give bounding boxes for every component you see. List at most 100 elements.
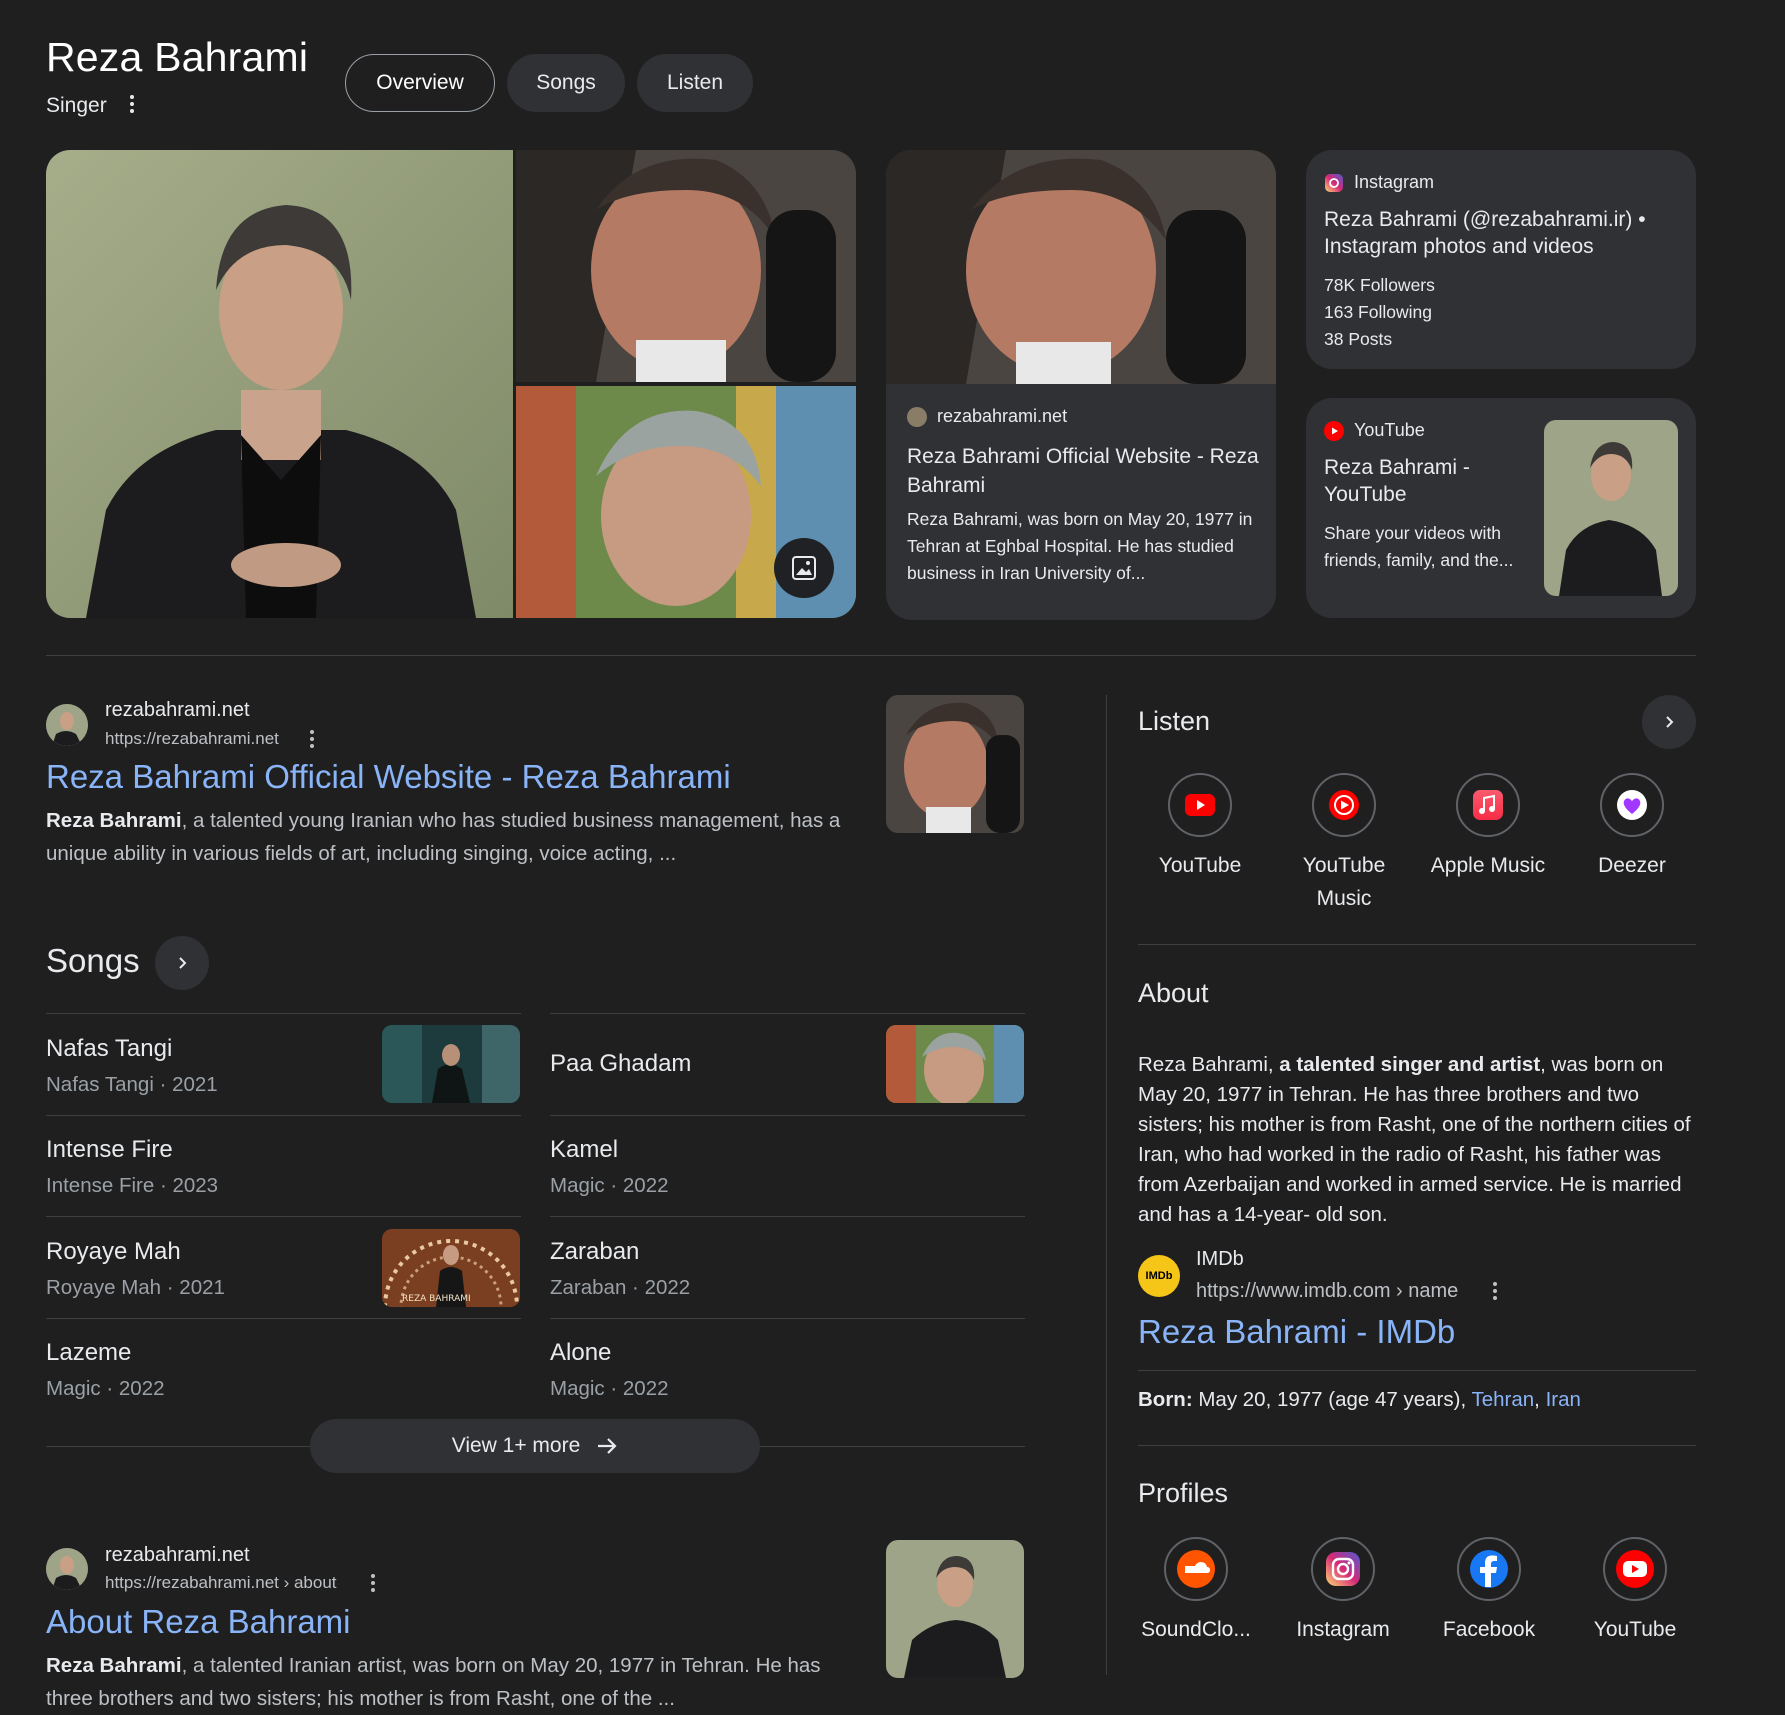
chevron-right-icon (179, 957, 187, 969)
app-label: YouTube Music (1302, 854, 1386, 910)
born-city-link[interactable]: Tehran (1471, 1388, 1534, 1411)
song-row-divider (550, 1318, 1025, 1319)
song-title[interactable]: Kamel (550, 1136, 618, 1164)
listen-apple-music[interactable]: Apple Music (1418, 773, 1558, 882)
card-title: Reza Bahrami - YouTube (1324, 456, 1470, 506)
profile-soundcloud[interactable]: SoundClo... (1126, 1537, 1266, 1646)
song-meta: Zaraban · 2022 (550, 1276, 691, 1299)
listen-more-button[interactable] (1642, 695, 1696, 749)
song-thumbnail[interactable] (886, 1025, 1024, 1103)
view-more-songs-button[interactable]: View 1+ more (310, 1419, 760, 1473)
song-row-divider (550, 1216, 1025, 1217)
section-divider (46, 655, 1696, 656)
app-label: Apple Music (1430, 854, 1546, 877)
profile-instagram[interactable]: Instagram (1273, 1537, 1413, 1646)
artist-photo-studio[interactable] (516, 150, 856, 382)
song-title[interactable]: Intense Fire (46, 1136, 173, 1164)
app-label: YouTube (1158, 854, 1242, 877)
listen-section-title: Listen (1138, 706, 1211, 736)
deezer-icon (1617, 790, 1647, 820)
section-divider (1138, 944, 1696, 945)
result-title-link[interactable]: About Reza Bahrami (46, 1603, 351, 1641)
song-meta: Royaye Mah · 2021 (46, 1276, 225, 1299)
instagram-card[interactable]: Instagram Reza Bahrami (@rezabahrami.ir)… (1306, 150, 1696, 369)
following-count: 163 Following (1324, 302, 1432, 322)
born-country-link[interactable]: Iran (1546, 1388, 1581, 1411)
card-snippet: Share your videos with friends, family, … (1324, 523, 1514, 570)
instagram-icon (1325, 173, 1343, 192)
listen-youtube-music[interactable]: YouTube Music (1274, 773, 1414, 915)
song-row-divider (46, 1216, 521, 1217)
result-title-link[interactable]: Reza Bahrami Official Website - Reza Bah… (46, 758, 731, 796)
song-row-divider (46, 1318, 521, 1319)
app-label: YouTube (1593, 1618, 1677, 1641)
result-thumbnail[interactable] (886, 1540, 1024, 1678)
song-title[interactable]: Nafas Tangi (46, 1035, 172, 1063)
app-label: Deezer (1598, 854, 1666, 877)
song-title[interactable]: Zaraban (550, 1238, 639, 1266)
tab-songs[interactable]: Songs (507, 54, 625, 112)
result-snippet: Reza Bahrami, a talented Iranian artist,… (46, 1654, 821, 1710)
song-row-divider (46, 1115, 521, 1116)
card-source: rezabahrami.net (937, 406, 1068, 426)
youtube-icon (1616, 1550, 1654, 1588)
arrow-right-icon (598, 1438, 617, 1454)
site-name: rezabahrami.net (105, 1544, 250, 1566)
song-meta: Magic · 2022 (46, 1377, 165, 1400)
result-options-icon[interactable] (368, 1571, 378, 1595)
result-options-icon[interactable] (1490, 1279, 1500, 1303)
youtube-music-icon (1329, 790, 1359, 820)
imdb-logo: IMDb (1138, 1255, 1180, 1297)
card-snippet: Reza Bahrami, was born on May 20, 1977 i… (907, 509, 1253, 583)
image-gallery-button[interactable] (774, 538, 834, 598)
app-label: SoundClo... (1141, 1618, 1251, 1641)
song-meta: Nafas Tangi · 2021 (46, 1073, 218, 1096)
song-row-divider (550, 1013, 1025, 1014)
tab-listen[interactable]: Listen (637, 54, 753, 112)
listen-youtube[interactable]: YouTube (1130, 773, 1270, 882)
facebook-icon (1470, 1550, 1508, 1588)
youtube-card[interactable]: YouTube Reza Bahrami - YouTube Share you… (1306, 398, 1696, 618)
song-meta: Magic · 2022 (550, 1377, 669, 1400)
site-favicon (907, 406, 927, 427)
image-icon (792, 556, 816, 580)
more-options-icon[interactable] (122, 92, 142, 116)
imdb-title-link[interactable]: Reza Bahrami - IMDb (1138, 1313, 1455, 1351)
song-thumbnail[interactable]: REZA BAHRAMI (382, 1229, 520, 1307)
section-divider (1138, 1445, 1696, 1446)
song-thumbnail[interactable] (382, 1025, 520, 1103)
song-title[interactable]: Paa Ghadam (550, 1050, 691, 1078)
song-title[interactable]: Royaye Mah (46, 1238, 181, 1266)
website-card[interactable]: rezabahrami.net Reza Bahrami Official We… (886, 150, 1276, 620)
profile-facebook[interactable]: Facebook (1419, 1537, 1559, 1646)
song-title[interactable]: Alone (550, 1339, 611, 1367)
result-thumbnail[interactable] (886, 695, 1024, 833)
listen-deezer[interactable]: Deezer (1562, 773, 1702, 882)
song-meta: Intense Fire · 2023 (46, 1174, 219, 1197)
page-title: Reza Bahrami (46, 34, 309, 80)
card-title: Reza Bahrami Official Website - Reza Bah… (907, 445, 1259, 497)
artist-photo-main[interactable] (46, 150, 513, 618)
born-fact: Born: May 20, 1977 (age 47 years), Tehra… (1138, 1388, 1581, 1411)
result-options-icon[interactable] (307, 727, 317, 751)
song-title[interactable]: Lazeme (46, 1339, 131, 1367)
app-label: Instagram (1296, 1618, 1390, 1641)
songs-section-title: Songs (46, 942, 140, 979)
tab-overview[interactable]: Overview (345, 54, 495, 112)
songs-more-button[interactable] (155, 936, 209, 990)
youtube-icon (1185, 794, 1215, 816)
entity-subtitle: Singer (46, 94, 107, 117)
song-row-divider (550, 1115, 1025, 1116)
site-url: https://rezabahrami.net (105, 729, 279, 748)
about-section-title: About (1138, 978, 1209, 1008)
thumbnail-title-text: REZA BAHRAMI (402, 1294, 471, 1304)
result-snippet: Reza Bahrami, a talented young Iranian w… (46, 809, 841, 865)
website-card-image (886, 150, 1276, 384)
apple-music-icon (1473, 790, 1503, 820)
app-label: Facebook (1442, 1618, 1536, 1641)
song-row-divider (46, 1013, 521, 1014)
card-source: YouTube (1354, 420, 1425, 440)
chevron-right-icon (1666, 716, 1674, 728)
about-description: Reza Bahrami, a talented singer and arti… (1138, 1053, 1691, 1226)
profile-youtube[interactable]: YouTube (1565, 1537, 1705, 1646)
